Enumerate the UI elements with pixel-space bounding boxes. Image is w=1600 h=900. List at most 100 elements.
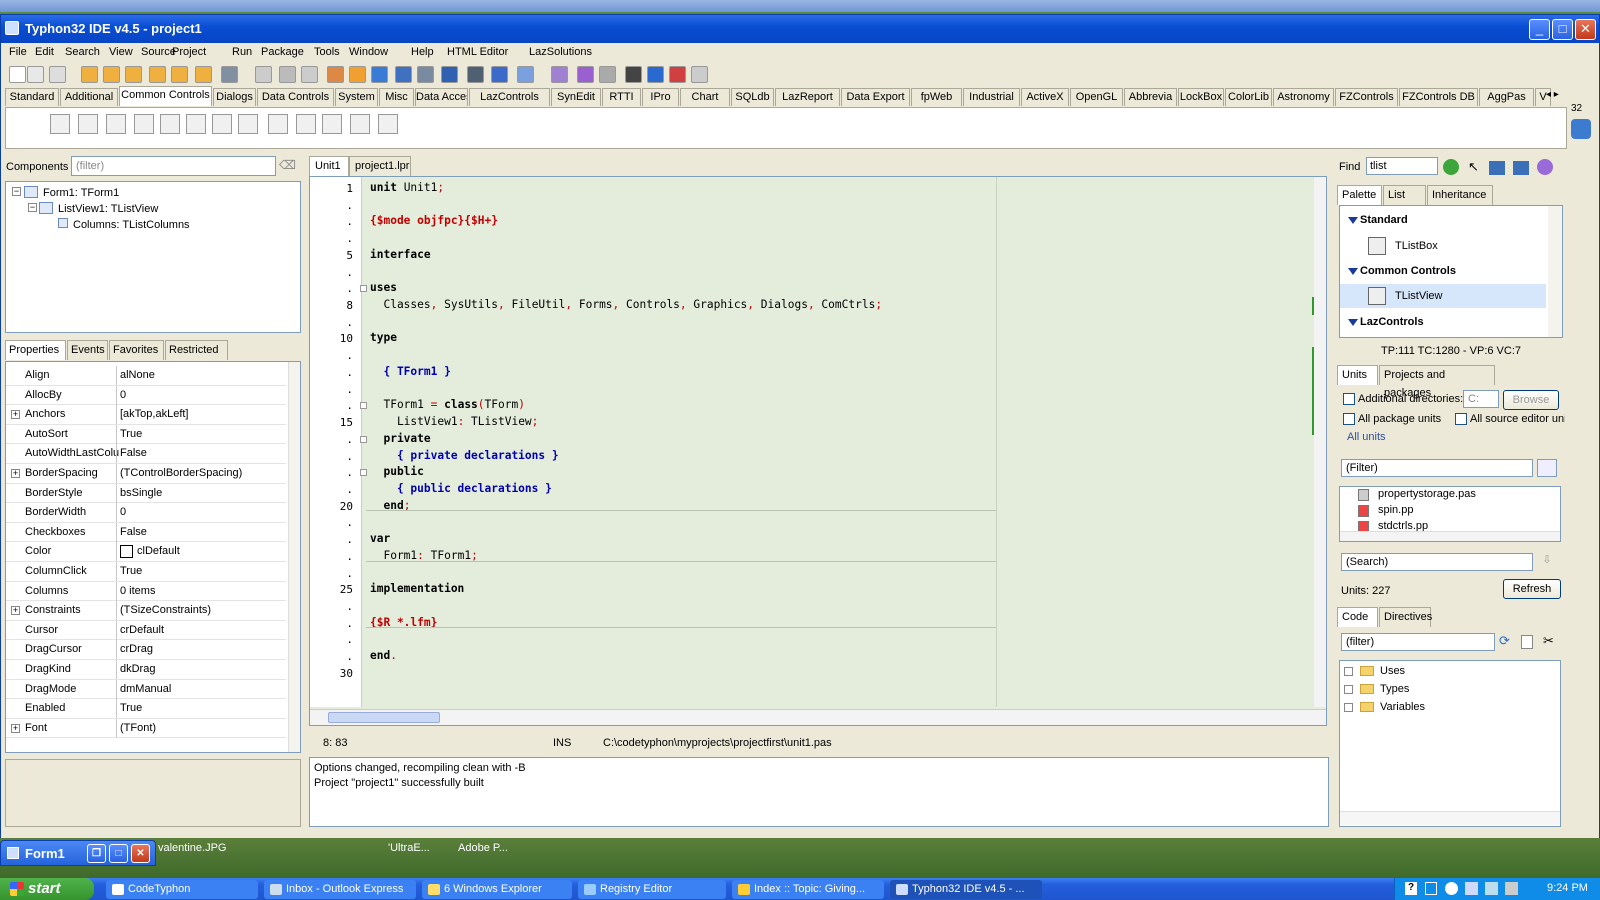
property-row[interactable]: AllocBy 0 <box>6 385 286 406</box>
palette-component-icon[interactable] <box>134 114 154 134</box>
palette-view-tab-palette[interactable]: Palette <box>1337 185 1382 205</box>
toolbar-icon[interactable] <box>149 66 166 83</box>
property-row[interactable]: DragMode dmManual <box>6 679 286 700</box>
code-tree-node[interactable]: Uses <box>1380 665 1405 677</box>
menu-item-run[interactable]: Run <box>232 46 252 58</box>
palette-tab-synedit[interactable]: SynEdit <box>551 88 601 106</box>
palette-tab-dialogs[interactable]: Dialogs <box>213 88 256 106</box>
menu-item-file[interactable]: File <box>9 46 27 58</box>
maximize-button[interactable]: □ <box>1552 19 1573 40</box>
editor-vertical-scrollbar[interactable] <box>1314 177 1326 707</box>
toolbar-icon[interactable] <box>27 66 44 83</box>
property-value[interactable]: 0 <box>120 506 126 518</box>
all-source-units-checkbox[interactable] <box>1455 413 1467 425</box>
fold-marker-icon[interactable] <box>360 402 367 410</box>
tree-node-listview1[interactable]: ListView1: TListView <box>58 203 158 215</box>
palette-component-icon[interactable] <box>238 114 258 134</box>
editor-tab[interactable]: Unit1 <box>309 156 349 176</box>
property-value[interactable]: True <box>120 565 142 577</box>
menu-item-view[interactable]: View <box>109 46 133 58</box>
message-line[interactable]: Options changed, recompiling clean with … <box>314 762 526 774</box>
code-tab-directives[interactable]: Directives <box>1379 607 1432 627</box>
code-line[interactable]: type <box>370 331 397 344</box>
toolbar-icon[interactable] <box>81 66 98 83</box>
property-value[interactable]: (TFont) <box>120 722 156 734</box>
minimize-button[interactable]: _ <box>1529 19 1550 40</box>
property-row[interactable]: + Anchors [akTop,akLeft] <box>6 405 286 425</box>
palette-tab-aggpas[interactable]: AggPas <box>1479 88 1534 106</box>
palette-down-icon[interactable] <box>1571 119 1591 139</box>
tree-view-icon[interactable] <box>1489 161 1505 175</box>
palette-tab-opengl[interactable]: OpenGL <box>1070 88 1123 106</box>
palette-tab-standard[interactable]: Standard <box>5 88 59 106</box>
toolbar-icon[interactable] <box>647 66 664 83</box>
palette-component-icon[interactable] <box>186 114 206 134</box>
property-row[interactable]: DragCursor crDrag <box>6 640 286 660</box>
find-input[interactable]: tlist <box>1366 157 1438 175</box>
property-value[interactable]: 0 <box>120 389 126 401</box>
property-value[interactable]: False <box>120 447 147 459</box>
palette-tab-astronomy[interactable]: Astronomy <box>1273 88 1334 106</box>
all-package-units-checkbox[interactable] <box>1343 413 1355 425</box>
code-line[interactable]: ListView1: TListView; <box>370 415 538 428</box>
code-line[interactable]: uses <box>370 281 397 294</box>
tray-icon[interactable] <box>1485 882 1498 895</box>
property-row[interactable]: AutoSort True <box>6 424 286 445</box>
toolbar-icon[interactable] <box>279 66 296 83</box>
property-value[interactable]: dmManual <box>120 683 171 695</box>
code-tree-scrollbar[interactable] <box>1340 811 1560 825</box>
property-row[interactable]: Color clDefault <box>6 542 286 562</box>
additional-dirs-checkbox[interactable] <box>1343 393 1355 405</box>
units-tab-units[interactable]: Units <box>1337 365 1378 385</box>
palette-component-icon[interactable] <box>268 114 288 134</box>
code-tree-node[interactable]: Variables <box>1380 701 1425 713</box>
palette-component-icon[interactable] <box>296 114 316 134</box>
code-line[interactable]: { public declarations } <box>370 482 552 495</box>
toolbar-icon[interactable] <box>625 66 642 83</box>
palette-component-icon[interactable] <box>78 114 98 134</box>
expander-icon[interactable]: − <box>12 187 21 196</box>
desktop-item[interactable]: Adobe P... <box>458 842 508 854</box>
palette-tab-additional[interactable]: Additional <box>60 88 118 106</box>
palette-component-icon[interactable] <box>350 114 370 134</box>
toolbar-icon[interactable] <box>125 66 142 83</box>
property-value[interactable]: (TControlBorderSpacing) <box>120 467 242 479</box>
palette-tab-data-controls[interactable]: Data Controls <box>257 88 334 106</box>
property-scrollbar[interactable] <box>288 362 300 752</box>
expander-icon[interactable] <box>1344 667 1353 676</box>
property-row[interactable]: Align alNone <box>6 366 286 386</box>
toolbar-icon[interactable] <box>491 66 508 83</box>
menu-item-project[interactable]: Project <box>172 46 206 58</box>
units-tab-projects-and-packages[interactable]: Projects and packages <box>1379 365 1495 399</box>
code-line[interactable]: public <box>370 465 423 478</box>
property-row[interactable]: BorderWidth 0 <box>6 503 286 523</box>
code-line[interactable]: unit Unit1; <box>370 181 444 194</box>
palette-tab-fzcontrols[interactable]: FZControls <box>1335 88 1398 106</box>
clear-filter-icon[interactable]: ⌫ <box>279 158 297 174</box>
palette-item-selected[interactable]: TListView <box>1340 284 1546 308</box>
units-filter-input[interactable]: (Filter) <box>1341 459 1533 477</box>
property-row[interactable]: Columns 0 items <box>6 581 286 602</box>
palette-tab-lazreport[interactable]: LazReport <box>775 88 840 106</box>
code-tree-node[interactable]: Types <box>1380 683 1409 695</box>
palette-tab-data-export[interactable]: Data Export <box>841 88 910 106</box>
palette-tab-sqldb[interactable]: SQLdb <box>731 88 774 106</box>
property-value[interactable]: bsSingle <box>120 487 162 499</box>
toolbar-icon[interactable] <box>349 66 366 83</box>
search-down-icon[interactable]: ⇩ <box>1537 553 1557 571</box>
code-filter-input[interactable]: (filter) <box>1341 633 1495 651</box>
menu-item-tools[interactable]: Tools <box>314 46 340 58</box>
code-line[interactable]: private <box>370 432 430 445</box>
expand-icon[interactable]: + <box>11 606 20 616</box>
palette-tab-common-controls[interactable]: Common Controls <box>119 86 212 106</box>
units-horizontal-scrollbar[interactable] <box>1340 531 1560 541</box>
property-row[interactable]: Enabled True <box>6 699 286 719</box>
code-line[interactable]: { TForm1 } <box>370 365 450 378</box>
palette-component-icon[interactable] <box>212 114 232 134</box>
toolbar-icon[interactable] <box>467 66 484 83</box>
editor-tab[interactable]: project1.lpr <box>349 156 411 176</box>
toolbar-icon[interactable] <box>327 66 344 83</box>
palette-tab-data-access[interactable]: Data Access <box>415 88 468 106</box>
palette-tab-activex[interactable]: ActiveX <box>1021 88 1069 106</box>
network-icon[interactable] <box>1465 882 1478 895</box>
